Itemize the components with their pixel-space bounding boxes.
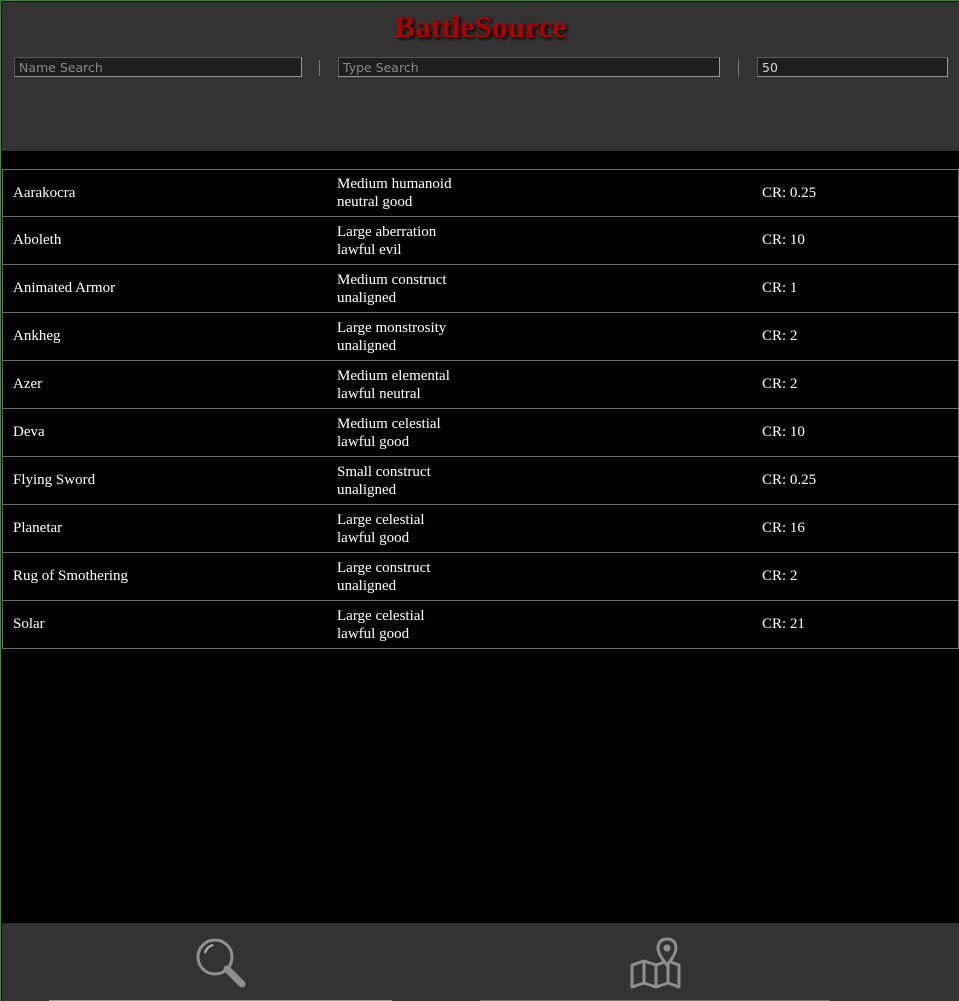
monster-name: Flying Sword xyxy=(13,472,96,488)
monster-type: Large aberration lawful evil xyxy=(337,217,436,264)
monster-row[interactable]: Aarakocra Medium humanoid neutral good CR: … xyxy=(2,169,959,217)
monster-size-type: Medium elemental xyxy=(337,367,450,384)
monster-type: Medium construct unaligned xyxy=(337,265,447,312)
limit-input[interactable] xyxy=(757,57,948,77)
monster-cr: CR: 2 xyxy=(762,568,798,584)
monster-cr: CR: 21 xyxy=(762,616,805,632)
monster-size-type: Large construct xyxy=(337,559,431,576)
monster-row[interactable]: Ankheg Large monstrosity unaligned CR: 2 xyxy=(2,313,959,361)
monster-name: Rug of Smothering xyxy=(13,568,128,584)
monster-row[interactable]: Planetar Large celestial lawful good CR: 16 xyxy=(2,505,959,553)
monster-cr: CR: 10 xyxy=(762,232,805,248)
monster-type: Large celestial lawful good xyxy=(337,505,425,552)
monster-alignment: lawful good xyxy=(337,433,410,450)
monster-row[interactable]: Animated Armor Medium construct unaligned C… xyxy=(2,265,959,313)
monster-size-type: Large celestial xyxy=(337,607,425,624)
monster-alignment: lawful good xyxy=(337,529,410,546)
monster-cr: CR: 2 xyxy=(762,328,798,344)
monster-name: Animated Armor xyxy=(13,280,116,296)
header: BattleSource xyxy=(2,2,959,151)
monster-alignment: lawful evil xyxy=(337,241,402,258)
monster-size-type: Small construct xyxy=(337,463,431,480)
monster-size-type: Medium construct xyxy=(337,271,447,288)
monster-type: Small construct unaligned xyxy=(337,457,431,504)
name-search-input[interactable] xyxy=(14,57,302,77)
monster-name: Planetar xyxy=(13,520,63,536)
monster-row[interactable]: Azer Medium elemental lawful neutral CR: 2 xyxy=(2,361,959,409)
map-icon xyxy=(630,936,681,988)
monster-alignment: lawful neutral xyxy=(337,385,421,402)
monster-type: Large celestial lawful good xyxy=(337,601,425,648)
monster-name: Azer xyxy=(13,376,43,392)
monster-type: Large construct unaligned xyxy=(337,553,430,600)
monster-cr: CR: 0.25 xyxy=(762,472,817,488)
search-icon xyxy=(196,938,245,987)
filter-divider xyxy=(738,60,739,76)
monster-type: Medium celestial lawful good xyxy=(337,409,441,456)
monster-alignment: unaligned xyxy=(337,577,397,594)
monster-list: Aarakocra Medium humanoid neutral good CR: … xyxy=(2,169,959,649)
app-frame: BattleSource Aarakocra Medium humanoid neu… xyxy=(0,0,959,1001)
monster-row[interactable]: Flying Sword Small construct unaligned CR: … xyxy=(2,457,959,505)
monster-cr: CR: 16 xyxy=(762,520,805,536)
monster-row[interactable]: Solar Large celestial lawful good CR: 21 xyxy=(2,601,959,649)
monster-cr: CR: 1 xyxy=(762,280,798,296)
monster-name: Aarakocra xyxy=(13,184,76,201)
monster-size-type: Large aberration xyxy=(337,223,437,240)
app-title: BattleSource xyxy=(394,9,567,44)
monster-size-type: Large monstrosity xyxy=(337,319,447,336)
monster-alignment: unaligned xyxy=(337,289,397,306)
bottom-nav xyxy=(2,923,959,1001)
monster-name: Solar xyxy=(13,616,45,632)
monster-alignment: unaligned xyxy=(337,481,397,498)
nav-map-button[interactable] xyxy=(480,923,830,1001)
monster-row[interactable]: Deva Medium celestial lawful good CR: 10 xyxy=(2,409,959,457)
monster-size-type: Medium celestial xyxy=(337,415,441,432)
monster-size-type: Large celestial xyxy=(337,511,425,528)
filter-divider xyxy=(319,60,320,76)
monster-name: Deva xyxy=(13,424,45,440)
monster-alignment: neutral good xyxy=(337,194,413,210)
monster-name: Ankheg xyxy=(13,328,61,344)
monster-alignment: lawful good xyxy=(337,625,410,642)
monster-name: Aboleth xyxy=(13,232,62,248)
monster-row[interactable]: Aboleth Large aberration lawful evil CR: 10 xyxy=(2,217,959,265)
monster-cr: CR: 0.25 xyxy=(762,184,817,201)
monster-type: Medium elemental lawful neutral xyxy=(337,361,450,408)
type-search-input[interactable] xyxy=(338,57,720,77)
monster-type: Medium humanoid neutral good xyxy=(337,170,452,216)
monster-row[interactable]: Rug of Smothering Large construct unaligne… xyxy=(2,553,959,601)
nav-search-button[interactable] xyxy=(49,923,392,1001)
monster-type: Large monstrosity unaligned xyxy=(337,313,446,360)
monster-alignment: unaligned xyxy=(337,337,397,354)
monster-cr: CR: 10 xyxy=(762,424,805,440)
monster-size-type: Medium humanoid xyxy=(337,176,452,192)
monster-cr: CR: 2 xyxy=(762,376,798,392)
